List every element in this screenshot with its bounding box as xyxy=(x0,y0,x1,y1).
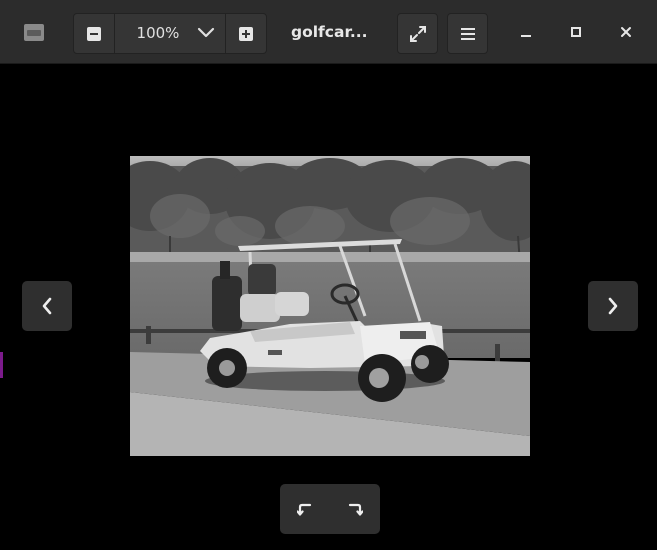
window-title: golfcar... xyxy=(291,23,368,41)
window-edge-highlight xyxy=(0,352,3,378)
image-viewport[interactable] xyxy=(5,64,652,550)
golf-cart-image xyxy=(130,156,530,456)
fullscreen-button[interactable] xyxy=(397,13,438,54)
chevron-down-icon[interactable] xyxy=(197,27,215,39)
fullscreen-expand-icon xyxy=(409,25,426,42)
main-menu-button[interactable] xyxy=(447,13,488,54)
maximize-button[interactable] xyxy=(564,20,588,44)
zoom-out-button[interactable] xyxy=(74,14,115,53)
maximize-icon xyxy=(571,27,581,37)
header-bar: 100% golfcar... xyxy=(0,0,657,64)
rotate-right-icon xyxy=(348,503,363,516)
minus-square-icon xyxy=(87,26,101,41)
minimize-button[interactable] xyxy=(514,20,538,44)
rotate-right-button[interactable] xyxy=(330,484,380,534)
close-icon xyxy=(621,27,631,37)
zoom-control: 100% xyxy=(73,13,267,54)
plus-square-icon xyxy=(239,26,253,41)
rotate-left-button[interactable] xyxy=(280,484,330,534)
golf-cart-photo xyxy=(130,156,530,456)
rotate-left-icon xyxy=(297,503,312,516)
close-button[interactable] xyxy=(614,20,638,44)
previous-image-button[interactable] xyxy=(22,281,72,331)
next-image-button[interactable] xyxy=(588,281,638,331)
minimize-icon xyxy=(521,35,531,37)
zoom-in-button[interactable] xyxy=(225,14,266,53)
rotate-controls xyxy=(280,484,380,534)
zoom-level[interactable]: 100% xyxy=(130,14,186,53)
chevron-right-icon xyxy=(608,297,618,315)
image-viewer-icon xyxy=(24,24,44,41)
hamburger-menu-icon xyxy=(460,27,475,40)
chevron-left-icon xyxy=(42,297,52,315)
